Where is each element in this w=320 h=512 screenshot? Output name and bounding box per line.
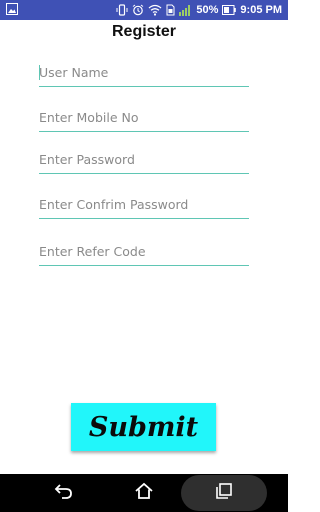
password-input[interactable] [39, 146, 249, 172]
back-icon [54, 482, 74, 505]
recent-apps-button[interactable] [181, 475, 267, 511]
username-input[interactable] [39, 59, 249, 85]
vibrate-icon [116, 4, 128, 16]
refer-code-input[interactable] [39, 238, 249, 264]
sim-icon [166, 4, 175, 16]
confirm-password-input[interactable] [39, 191, 249, 217]
text-cursor [39, 65, 40, 80]
home-icon [134, 482, 154, 505]
clock: 9:05 PM [240, 4, 282, 16]
refer-code-field-container [39, 238, 249, 266]
home-button[interactable] [124, 474, 164, 512]
mobile-number-input[interactable] [39, 104, 249, 130]
wifi-icon [148, 4, 162, 16]
image-notification-icon [6, 3, 18, 18]
submit-button[interactable]: Submit [71, 403, 216, 451]
mobile-field-container [39, 104, 249, 132]
alarm-icon [132, 4, 144, 16]
navigation-bar [0, 474, 288, 512]
password-field-container [39, 146, 249, 174]
battery-percent: 50% [196, 4, 219, 16]
status-bar: 50% 9:05 PM [0, 0, 288, 20]
username-field-container [39, 59, 249, 87]
battery-icon [222, 5, 237, 15]
page-title: Register [111, 23, 177, 40]
recent-apps-icon [214, 482, 234, 505]
back-button[interactable] [44, 474, 84, 512]
signal-icon [179, 4, 192, 16]
confirm-password-field-container [39, 191, 249, 219]
